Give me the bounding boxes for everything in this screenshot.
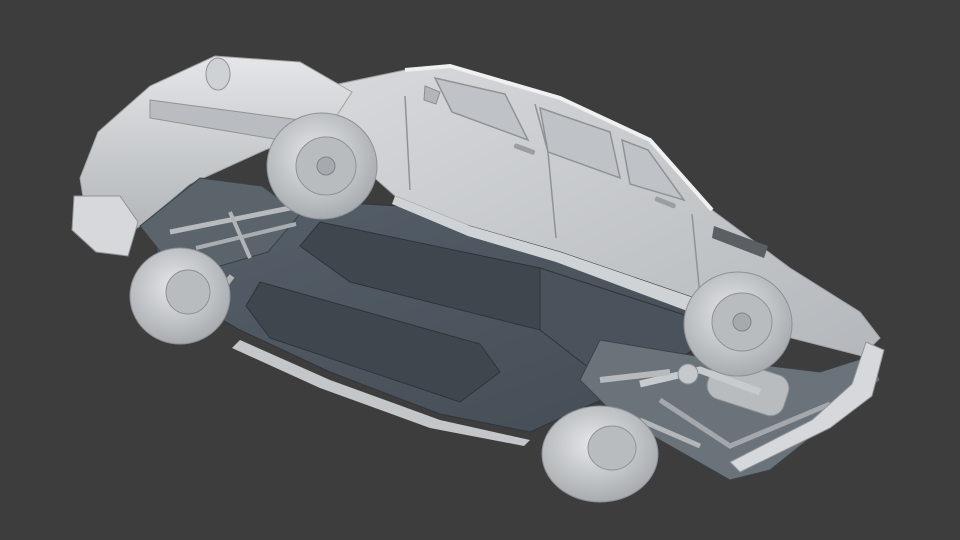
wheel-rear-right [683,271,793,377]
3d-viewport[interactable] [0,0,960,540]
differential [677,363,699,385]
wheel-front-right [266,112,378,220]
headlight [205,57,231,91]
wheel-front-left [129,247,231,345]
wheel-rear-left [541,405,659,503]
car-render [71,55,885,503]
